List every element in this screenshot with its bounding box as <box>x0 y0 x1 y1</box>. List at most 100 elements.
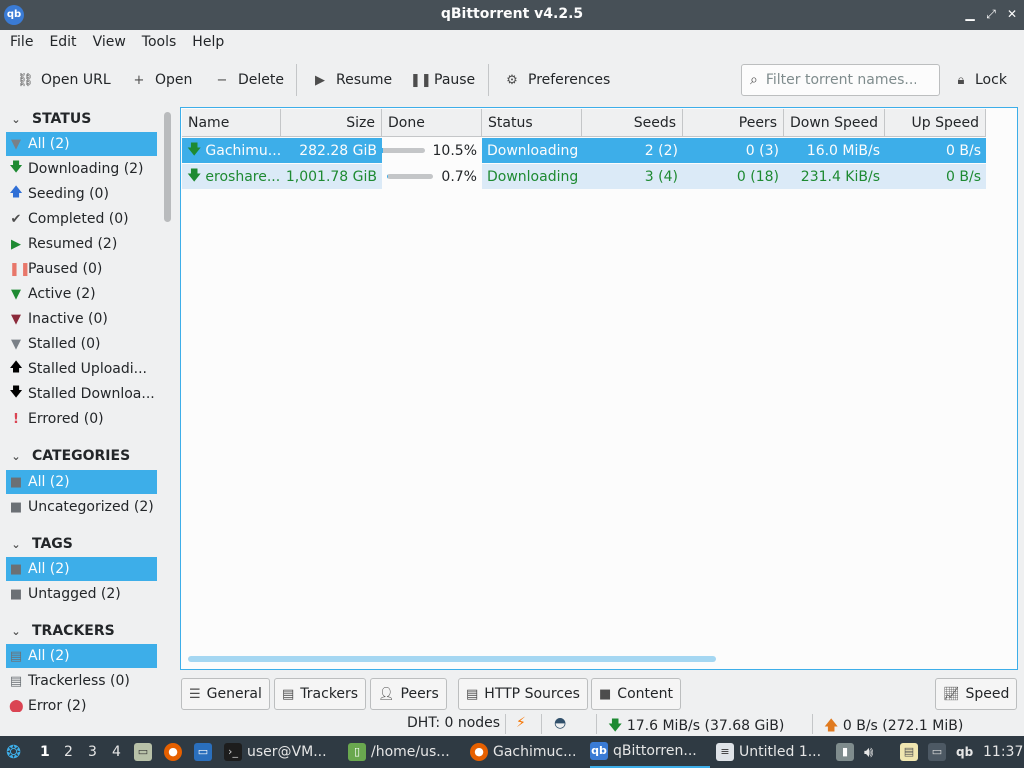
folder-icon: ■ <box>9 499 23 515</box>
tab-peers[interactable]: 👤︎ Peers <box>370 678 447 710</box>
download-arrow-icon: 🡇 <box>608 718 623 734</box>
status-item-seeding[interactable]: 🡅 Seeding (0) <box>6 182 157 206</box>
status-item-downloading[interactable]: 🡇 Downloading (2) <box>6 157 157 181</box>
tracker-item-label: All (2) <box>28 648 70 664</box>
menu-edit[interactable]: Edit <box>41 30 84 56</box>
speed-button[interactable]: 📈︎ Speed <box>935 678 1018 710</box>
tracker-item-trackerless[interactable]: ▤ Trackerless (0) <box>6 669 157 693</box>
column-header-name[interactable]: Name <box>182 109 281 137</box>
resume-button[interactable]: ▶ Resume <box>312 68 392 92</box>
task-qbittorrent[interactable]: qb qBittorren... <box>590 736 710 768</box>
column-header-up-speed[interactable]: Up Speed <box>885 109 986 137</box>
close-icon[interactable]: ✕ <box>1004 6 1020 22</box>
firefox-launcher-icon[interactable]: ● <box>164 736 182 768</box>
horizontal-scrollbar[interactable] <box>188 656 716 662</box>
error-icon: ⬤ <box>9 698 24 713</box>
menu-help[interactable]: Help <box>184 30 232 56</box>
delete-button[interactable]: − Delete <box>214 68 284 92</box>
category-item-all[interactable]: ■ All (2) <box>6 470 157 494</box>
column-header-seeds[interactable]: Seeds <box>582 109 683 137</box>
task-label: qBittorren... <box>613 743 697 759</box>
tags-section-header[interactable]: ⌄ TAGS <box>8 533 72 555</box>
filter-torrent-input[interactable] <box>765 72 916 88</box>
document-icon: ≡ <box>716 743 734 761</box>
status-item-paused[interactable]: ❚❚ Paused (0) <box>6 257 157 281</box>
pause-icon: ❚❚ <box>9 261 31 277</box>
filter-box[interactable]: ⌕ <box>741 64 940 96</box>
sidebar-scrollbar[interactable] <box>164 112 171 222</box>
exclamation-icon: ! <box>13 411 19 427</box>
desktop-launcher-icon[interactable]: ▭ <box>194 736 212 768</box>
tray-storage-icon[interactable]: ▮ <box>836 736 854 768</box>
pause-button[interactable]: ❚❚ Pause <box>410 68 475 92</box>
tray-qbittorrent-icon[interactable]: qb <box>956 736 973 768</box>
desktop-4[interactable]: 4 <box>112 744 121 760</box>
chevron-down-icon: ⌄ <box>11 112 21 126</box>
task-terminal[interactable]: ›_ user@VM... <box>224 736 342 768</box>
status-item-all[interactable]: ▼ All (2) <box>6 132 157 156</box>
preferences-button[interactable]: ⚙ Preferences <box>504 68 610 92</box>
maximize-icon[interactable]: ⤢ <box>983 6 999 22</box>
lock-button[interactable]: 🔒︎ Lock <box>953 68 1007 92</box>
tag-item-untagged[interactable]: ■ Untagged (2) <box>6 582 157 606</box>
trackers-section-header[interactable]: ⌄ TRACKERS <box>8 620 114 642</box>
categories-section-header[interactable]: ⌄ CATEGORIES <box>8 445 130 467</box>
progress-bar <box>382 148 425 153</box>
tab-label: Peers <box>400 686 439 702</box>
status-item-resumed[interactable]: ▶ Resumed (2) <box>6 232 157 256</box>
column-header-status[interactable]: Status <box>482 109 582 137</box>
connection-status-icon[interactable]: ⚡︎ <box>516 715 526 731</box>
tab-http-sources[interactable]: ▤ HTTP Sources <box>458 678 588 710</box>
speed-limit-gauge-icon[interactable]: ◓ <box>554 715 566 731</box>
column-header-done[interactable]: Done <box>382 109 482 137</box>
tag-item-all[interactable]: ■ All (2) <box>6 557 157 581</box>
transfer-list[interactable]: Name Size Done Status Seeds Peers Down S… <box>180 107 1018 670</box>
status-item-label: Stalled Downloa... <box>28 386 155 402</box>
network-icon[interactable]: ▭ <box>928 736 946 768</box>
volume-icon[interactable]: 🔊︎ <box>864 736 873 768</box>
status-item-inactive[interactable]: ▼ Inactive (0) <box>6 307 157 331</box>
task-firefox[interactable]: ● Gachimuc... <box>470 736 584 768</box>
desktop-2[interactable]: 2 <box>64 744 73 760</box>
menu-file[interactable]: File <box>2 30 41 56</box>
status-item-active[interactable]: ▼ Active (2) <box>6 282 157 306</box>
start-menu-icon[interactable]: ❂ <box>6 736 21 768</box>
clock[interactable]: 11:37 <box>983 736 1023 768</box>
status-item-stalled-downloading[interactable]: 🡇 Stalled Downloa... <box>6 382 157 406</box>
open-url-button[interactable]: ⛓ Open URL <box>17 68 111 92</box>
task-text-editor[interactable]: ≡ Untitled 1... <box>716 736 828 768</box>
menu-tools[interactable]: Tools <box>134 30 185 56</box>
category-item-uncategorized[interactable]: ■ Uncategorized (2) <box>6 495 157 519</box>
column-header-peers[interactable]: Peers <box>683 109 784 137</box>
task-file-manager[interactable]: ▯ /home/us... <box>348 736 466 768</box>
clipboard-icon[interactable]: ▤ <box>900 736 918 768</box>
category-item-label: All (2) <box>28 474 70 490</box>
column-header-down-speed[interactable]: Down Speed <box>784 109 885 137</box>
title-bar: qb qBittorrent v4.2.5 ▁ ⤢ ✕ <box>0 0 1024 30</box>
tracker-item-error[interactable]: ⬤ Error (2) <box>6 694 157 712</box>
status-item-label: Seeding (0) <box>28 186 109 202</box>
tab-general[interactable]: ☰ General <box>181 678 270 710</box>
tracker-item-all[interactable]: ▤ All (2) <box>6 644 157 668</box>
desktop-3[interactable]: 3 <box>88 744 97 760</box>
status-section-header[interactable]: ⌄ STATUS <box>8 108 91 130</box>
tab-content[interactable]: ■ Content <box>591 678 681 710</box>
minimize-icon[interactable]: ▁ <box>962 6 978 22</box>
menu-view[interactable]: View <box>85 30 134 56</box>
chevron-down-icon: ⌄ <box>11 449 21 463</box>
speed-label: Speed <box>965 686 1010 702</box>
downloading-arrow-icon: 🡇 <box>187 141 202 158</box>
table-row[interactable]: 🡇 eroshare... 1,001.78 GiB 0.7% Downloadi… <box>182 164 986 189</box>
status-item-stalled[interactable]: ▼ Stalled (0) <box>6 332 157 356</box>
task-label: /home/us... <box>371 744 450 760</box>
list-icon: ☰ <box>189 686 201 702</box>
status-item-errored[interactable]: ! Errored (0) <box>6 407 157 431</box>
status-item-completed[interactable]: ✔ Completed (0) <box>6 207 157 231</box>
file-manager-launcher-icon[interactable]: ▭ <box>134 736 152 768</box>
open-button[interactable]: + Open <box>131 68 193 92</box>
tab-trackers[interactable]: ▤ Trackers <box>274 678 367 710</box>
status-item-stalled-uploading[interactable]: 🡅 Stalled Uploadi... <box>6 357 157 381</box>
table-row[interactable]: 🡇 Gachimu... 282.28 GiB 10.5% Downloading… <box>182 138 986 163</box>
desktop-1[interactable]: 1 <box>40 744 50 760</box>
column-header-size[interactable]: Size <box>281 109 382 137</box>
